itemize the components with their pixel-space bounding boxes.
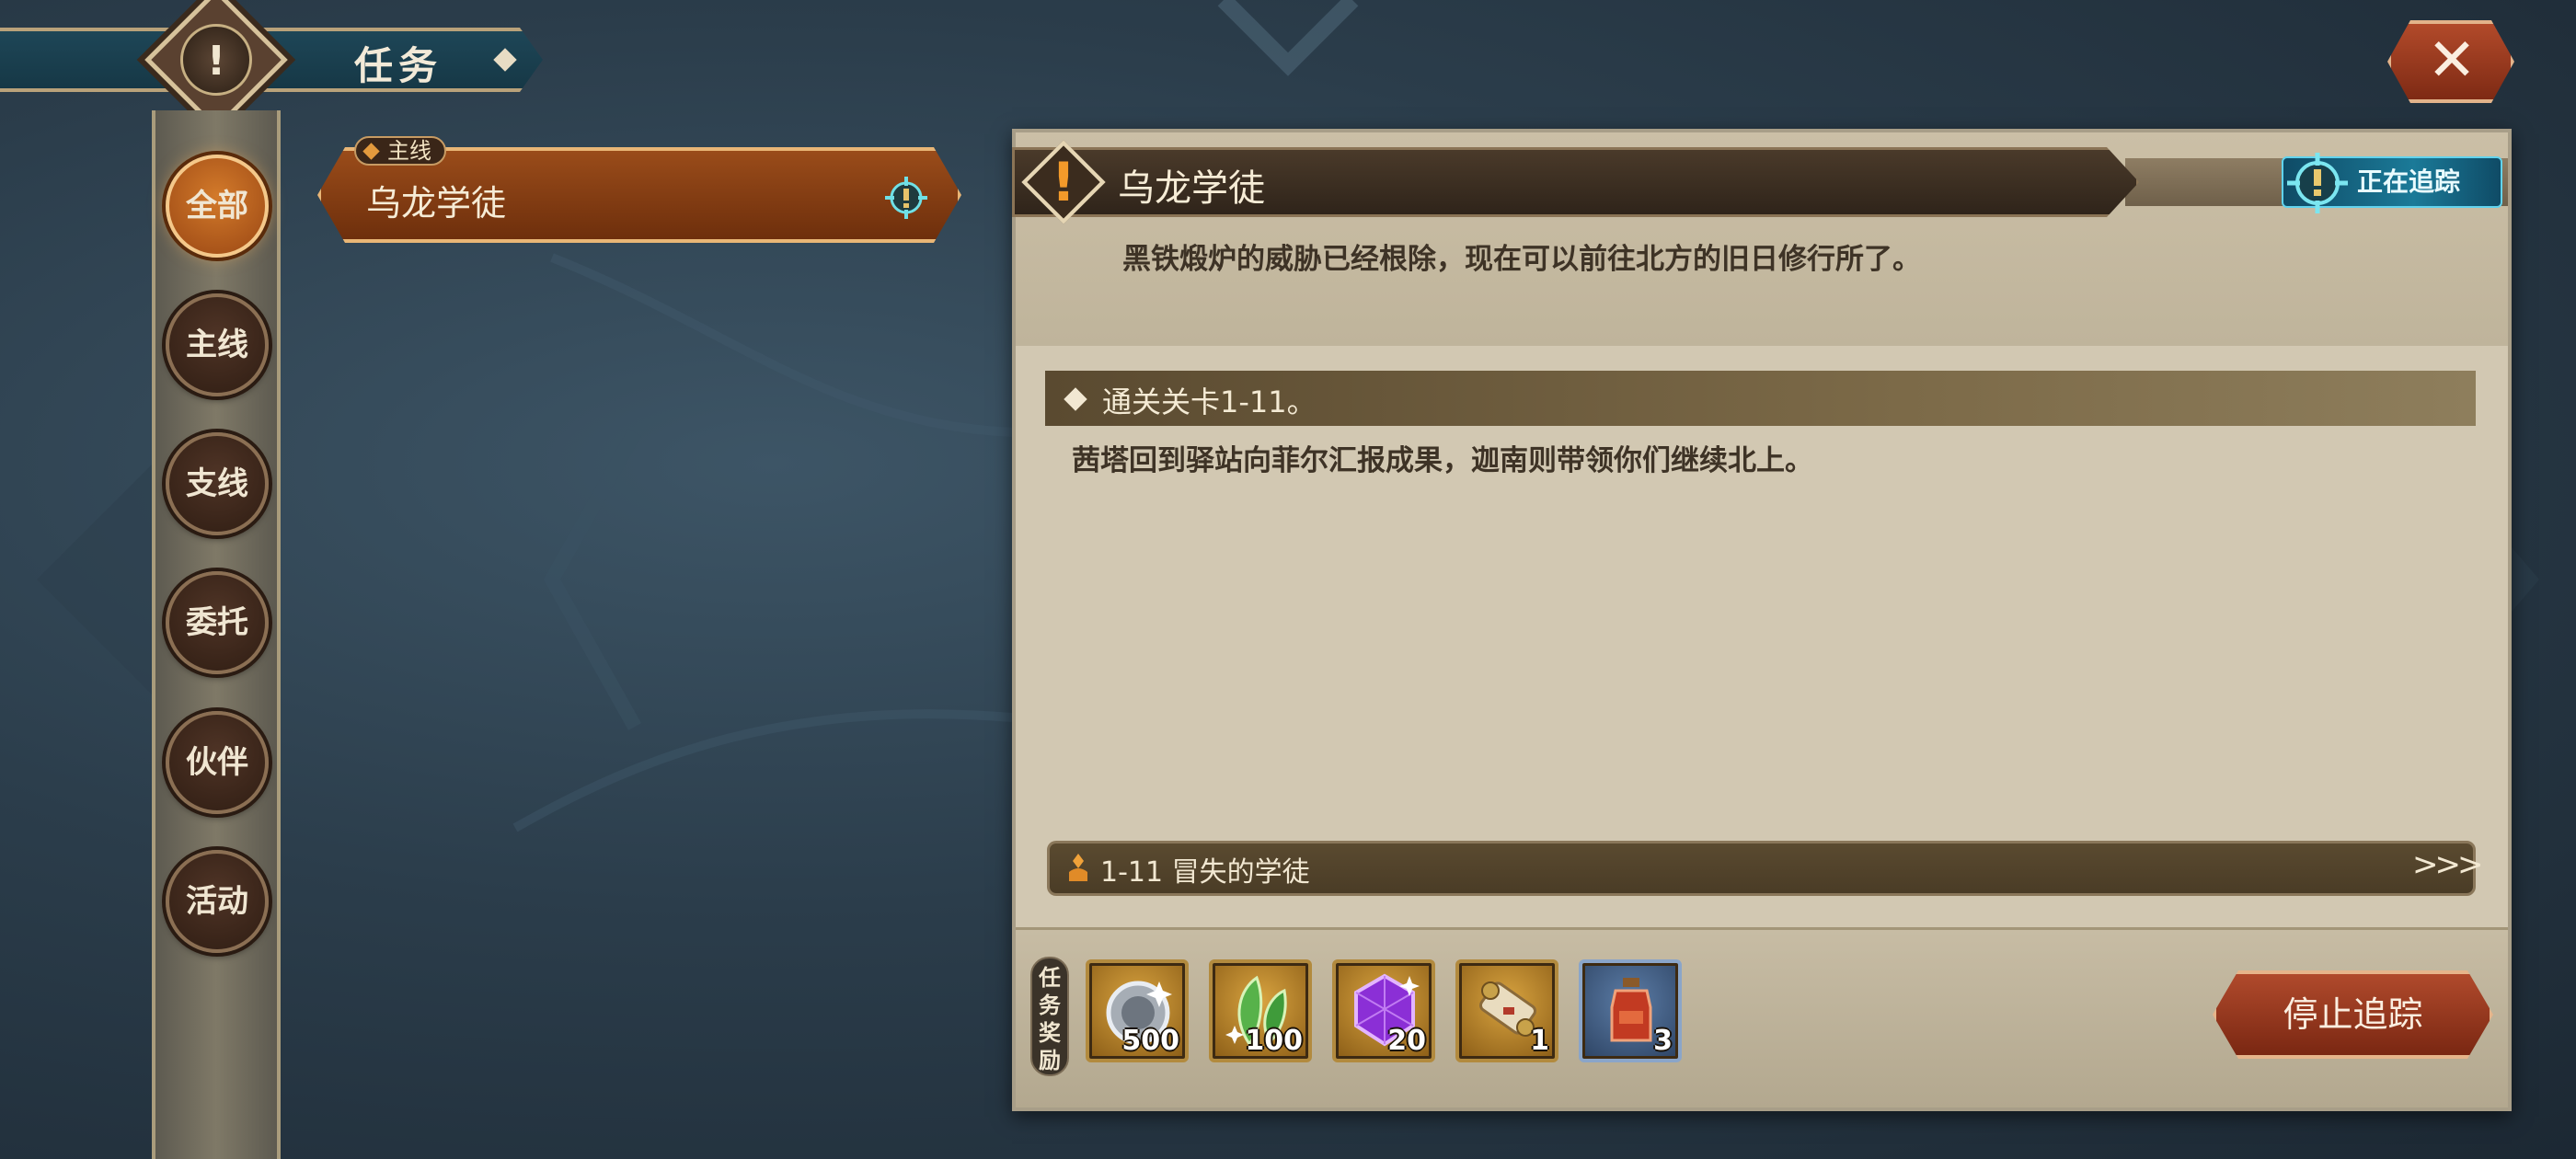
tab-commission[interactable]: 委托 bbox=[166, 571, 269, 674]
reward-item[interactable]: 3 bbox=[1579, 959, 1682, 1062]
tab-event[interactable]: 活动 bbox=[166, 850, 269, 953]
reward-item[interactable]: 500 bbox=[1086, 959, 1189, 1062]
quest-book-icon: ! bbox=[206, 38, 226, 85]
tracking-crosshair-icon bbox=[2287, 153, 2348, 213]
reward-item[interactable]: 20 bbox=[1332, 959, 1435, 1062]
tab-main[interactable]: 主线 bbox=[166, 293, 269, 396]
quest-list-item-label: 乌龙学徒 bbox=[366, 183, 507, 224]
stage-label: 1-11 冒失的学徒 bbox=[1100, 856, 1310, 889]
tab-all[interactable]: 全部 bbox=[166, 155, 269, 258]
reward-count: 500 bbox=[1121, 1025, 1179, 1057]
tab-side[interactable]: 支线 bbox=[166, 432, 269, 535]
tag-diamond-icon bbox=[362, 143, 380, 160]
ribbon-diamond-icon bbox=[493, 48, 517, 72]
objective-description: 茜塔回到驿站向菲尔汇报成果，迦南则带领你们继续北上。 bbox=[1072, 444, 1813, 477]
quest-type-label: 主线 bbox=[387, 138, 431, 164]
stop-tracking-label[interactable]: 停止追踪 bbox=[2213, 970, 2493, 1059]
reward-count: 1 bbox=[1530, 1025, 1549, 1057]
tab-partner[interactable]: 伙伴 bbox=[166, 711, 269, 814]
reward-count: 20 bbox=[1387, 1025, 1426, 1057]
reward-label: 任务奖励 bbox=[1030, 957, 1069, 1076]
reward-item[interactable]: 1 bbox=[1455, 959, 1558, 1062]
quest-description: 黑铁煅炉的威胁已经根除，现在可以前往北方的旧日修行所了。 bbox=[1122, 243, 1921, 276]
chevron-right-icon[interactable]: >>> bbox=[2412, 846, 2483, 883]
exclamation-icon: ! bbox=[1051, 151, 1076, 213]
quest-title: 乌龙学徒 bbox=[1118, 167, 1265, 210]
page-title: 任务 bbox=[354, 43, 443, 88]
tracking-target-icon bbox=[885, 177, 927, 219]
close-icon[interactable]: ✕ bbox=[2426, 26, 2478, 96]
reward-count: 100 bbox=[1245, 1025, 1303, 1057]
reward-item[interactable]: 100 bbox=[1209, 959, 1312, 1062]
quest-type-tag: 主线 bbox=[354, 136, 446, 166]
stage-flag-icon bbox=[1069, 854, 1087, 881]
objective-text: 通关关卡1-11。 bbox=[1102, 384, 1317, 419]
reward-count: 3 bbox=[1653, 1025, 1673, 1057]
